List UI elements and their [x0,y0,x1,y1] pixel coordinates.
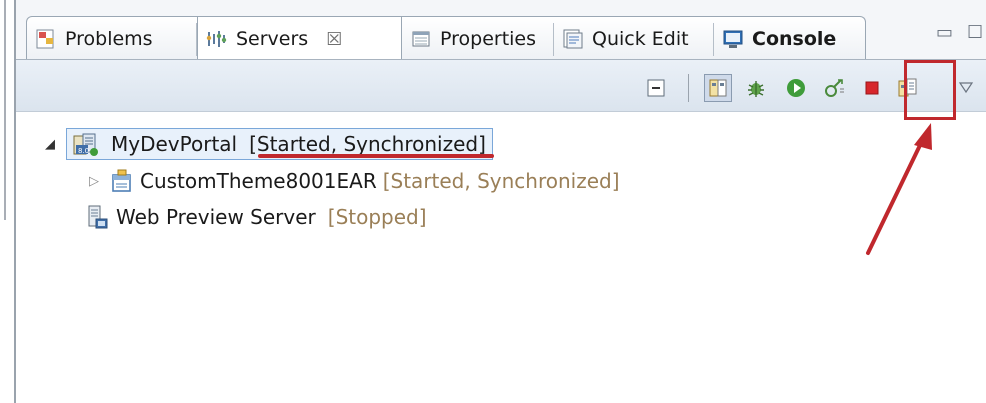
close-tab-icon[interactable]: ☒ [326,29,342,50]
start-icon[interactable] [782,74,810,102]
problems-icon [35,28,57,50]
publish-icon[interactable] [704,74,732,102]
view-toolbar [16,60,986,112]
view-tab-strip: Problems Servers ☒ Properties Quick Edit… [16,0,986,61]
console-icon [722,28,744,50]
toolbar-separator [688,74,689,102]
tab-label: Problems [65,27,153,50]
web-preview-server-icon [84,204,110,230]
tab-servers[interactable]: Servers ☒ [197,17,402,61]
tree-row-customtheme8001ear[interactable]: ▷ CustomTheme8001EAR [Started, Synchroni… [86,164,620,198]
annotation-highlight-box [904,60,956,120]
servers-view: Problems Servers ☒ Properties Quick Edit… [14,0,986,403]
tab-problems[interactable]: Problems [27,17,197,60]
tab-label: Console [752,27,837,50]
tree-row-web-preview-server[interactable]: Web Preview Server [Stopped] [78,200,427,234]
annotation-underline [258,154,494,158]
left-edge-border [0,0,8,403]
server-status: [Stopped] [327,205,427,229]
debug-icon[interactable] [742,74,770,102]
stop-icon[interactable] [858,74,886,102]
tab-console[interactable]: Console [714,17,864,60]
maximize-icon[interactable]: ☐ [967,22,983,43]
minimize-icon[interactable]: ▭ [936,22,953,43]
tree-label: MyDevPortal [111,132,238,156]
expand-arrow-icon[interactable]: ◢ [42,137,58,152]
servers-icon [206,28,228,50]
tab-quick-edit[interactable]: Quick Edit [554,17,714,60]
module-status: [Started, Synchronized] [382,169,620,193]
quick-edit-icon [562,28,584,50]
profile-icon[interactable] [820,74,848,102]
svg-text:8.0: 8.0 [78,147,89,155]
tab-label: Quick Edit [592,27,689,50]
tab-folder: Problems Servers ☒ Properties Quick Edit… [26,16,866,61]
view-window-controls: ▭ ☐ [936,22,983,43]
collapsed-arrow-icon[interactable]: ▷ [86,174,102,189]
collapse-all-icon[interactable] [642,74,670,102]
ear-module-icon [108,168,134,194]
tab-label: Properties [440,27,537,50]
server-tree: ◢ 8.0 MyDevPortal [Started, Synchronized… [16,112,986,403]
properties-icon [410,28,432,50]
tree-label: Web Preview Server [116,205,316,229]
tab-label: Servers [236,28,309,50]
server-status: [Started, Synchronized] [249,132,486,156]
tab-properties[interactable]: Properties [402,17,554,60]
portal-server-icon: 8.0 [73,131,99,157]
view-menu-icon[interactable] [956,74,976,102]
tree-label: CustomTheme8001EAR [140,169,377,193]
